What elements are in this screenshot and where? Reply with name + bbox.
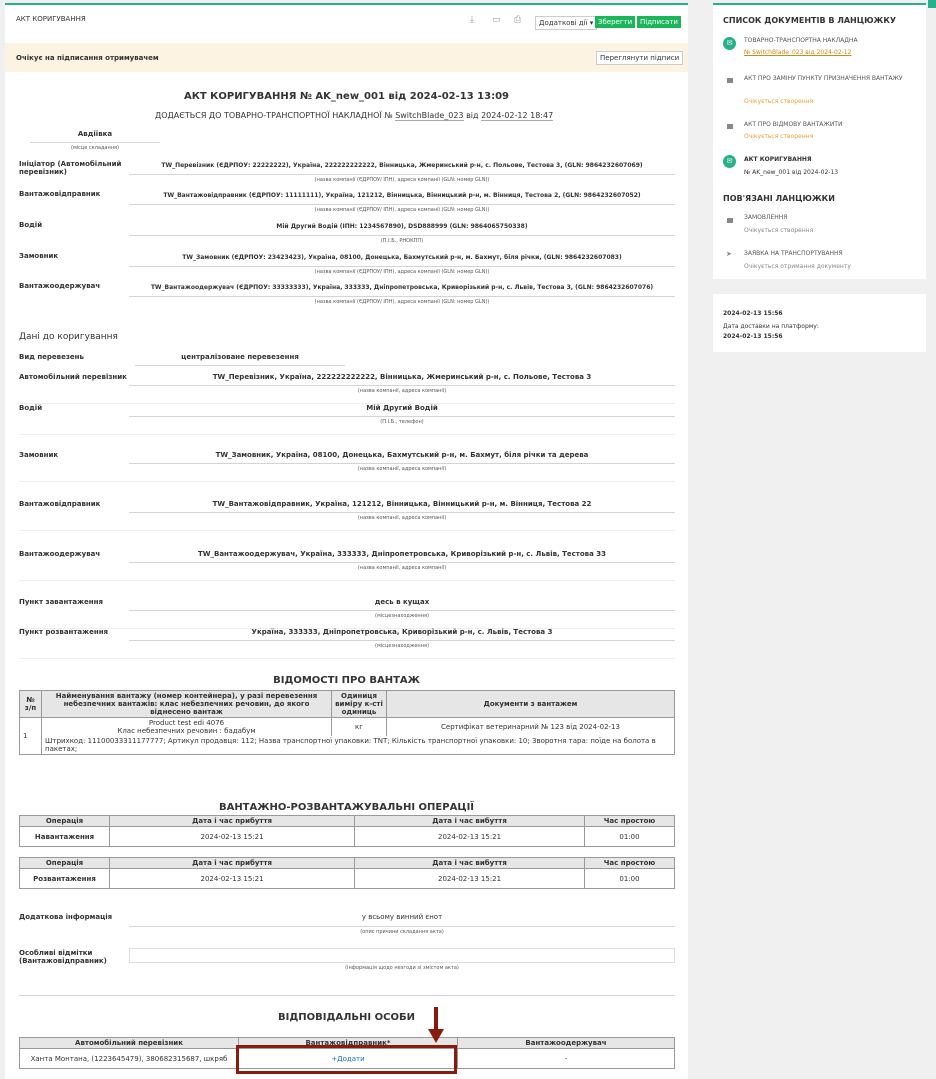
correction-label: Автомобільний перевізник bbox=[19, 373, 127, 381]
warning-status: Очікується створення bbox=[744, 133, 814, 140]
sign-button[interactable]: Підписати bbox=[637, 16, 681, 28]
archive-icon[interactable]: ▭ bbox=[492, 15, 501, 25]
delivery-panel: 2024-02-13 15:56 Дата доставки на платфо… bbox=[713, 294, 926, 352]
loading-ops-table: Операція Дата і час прибуття Дата і час ви… bbox=[19, 815, 675, 847]
party-label: Замовник bbox=[19, 252, 59, 260]
party-label: Водій bbox=[19, 221, 43, 229]
close-corner[interactable] bbox=[928, 0, 936, 8]
party-value: Мій Другий Водій (ІПН: 1234567890), DSD8… bbox=[276, 223, 528, 230]
place-value: Авдіївка bbox=[77, 130, 113, 138]
correction-value: TW_Замовник, Україна, 08100, Донецька, Б… bbox=[215, 451, 589, 459]
doc-title: АКТ КОРИГУВАННЯ № AK_new_001 від 2024-02… bbox=[183, 91, 510, 102]
party-value: TW_Замовник (ЄДРПОУ: 23423423), Україна,… bbox=[182, 254, 622, 261]
view-signatures-button[interactable]: Переглянути підписи bbox=[596, 51, 684, 65]
status-bar: Очікує на підписання отримувачем Перегля… bbox=[5, 43, 688, 72]
party-label: Вантажоодержувач bbox=[19, 282, 101, 290]
table-row: Навантаження 2024-02-13 15:21 2024-02-13 1… bbox=[19, 826, 675, 847]
notes-field[interactable] bbox=[129, 948, 675, 963]
print-icon[interactable]: ⎙ bbox=[514, 15, 521, 25]
correction-value: Мій Другий Водій bbox=[366, 404, 438, 412]
extra-info-value: у всьому винний єнот bbox=[361, 913, 443, 921]
chain-sidebar: СПИСОК ДОКУМЕНТІВ В ЛАНЦЮЖКУ ✉ ТОВАРНО-Т… bbox=[713, 3, 926, 279]
cargo-heading: ВІДОМОСТІ ПРО ВАНТАЖ bbox=[273, 675, 420, 686]
envelope-icon: ✉ bbox=[723, 37, 736, 50]
status-text: Очікує на підписання отримувачем bbox=[16, 54, 159, 62]
correction-value: TW_Вантажовідправник, Україна, 121212, В… bbox=[212, 500, 592, 508]
party-label: Вантажовідправник bbox=[19, 190, 101, 198]
responsible-heading: ВІДПОВІДАЛЬНІ ОСОБИ bbox=[278, 1012, 415, 1023]
envelope-icon: ✉ bbox=[723, 155, 736, 168]
warning-status: Очікується створення bbox=[744, 98, 814, 105]
envelope-icon bbox=[727, 124, 733, 129]
correction-label: Вантажовідправник bbox=[19, 500, 101, 508]
arrow-shaft bbox=[434, 1007, 438, 1031]
correction-value: TW_Перевізник, Україна, 222222222222, Ві… bbox=[212, 373, 592, 381]
correction-label: Пункт розвантаження bbox=[19, 628, 109, 636]
ops-heading: ВАНТАЖНО-РОЗВАНТАЖУВАЛЬНІ ОПЕРАЦІЇ bbox=[218, 802, 475, 813]
party-value: TW_Вантажовідправник (ЄДРПОУ: 11111111),… bbox=[163, 192, 641, 199]
party-label: Ініціатор (Автомобільний перевізник) bbox=[19, 160, 122, 176]
download-icon[interactable]: ⤓ bbox=[470, 15, 474, 25]
table-row: 1 Product test edi 4076 Клас небезпечних … bbox=[19, 717, 675, 755]
correction-value: TW_Вантажоодержувач, Україна, 333333, Дн… bbox=[197, 550, 606, 558]
unloading-ops-table: Операція Дата і час прибуття Дата і час ви… bbox=[19, 857, 675, 889]
highlight-box bbox=[236, 1045, 457, 1074]
document-panel: АКТ КОРИГУВАННЯ ⤓ ▭ ⎙ Додаткові дії ▾ Зб… bbox=[5, 3, 688, 1079]
page-title: АКТ КОРИГУВАННЯ bbox=[16, 15, 86, 23]
save-button[interactable]: Зберегти bbox=[595, 16, 636, 28]
send-icon: ➤ bbox=[726, 250, 732, 258]
envelope-icon bbox=[727, 218, 733, 223]
envelope-icon bbox=[727, 78, 733, 83]
cargo-table: № з/п Найменування вантажу (номер контей… bbox=[19, 690, 675, 755]
more-actions-button[interactable]: Додаткові дії ▾ bbox=[535, 16, 598, 30]
chain-title: СПИСОК ДОКУМЕНТІВ В ЛАНЦЮЖКУ bbox=[723, 16, 897, 25]
correction-label: Вантажоодержувач bbox=[19, 550, 101, 558]
party-value: TW_Перевізник (ЄДРПОУ: 22222222), Україн… bbox=[161, 162, 643, 169]
transport-type-value: централізоване перевезення bbox=[181, 353, 299, 361]
doc-subtitle: ДОДАЄТЬСЯ ДО ТОВАРНО-ТРАНСПОРТНОЇ НАКЛАД… bbox=[155, 111, 554, 121]
table-row: Розвантаження 2024-02-13 15:21 2024-02-13 … bbox=[19, 868, 675, 889]
related-title: ПОВ'ЯЗАНІ ЛАНЦЮЖКИ bbox=[723, 194, 835, 203]
ttn-date: 2024-02-12 18:47 bbox=[481, 111, 554, 121]
correction-label: Замовник bbox=[19, 451, 59, 459]
correction-label: Пункт завантаження bbox=[19, 598, 103, 606]
arrow-down-icon bbox=[428, 1029, 444, 1043]
ttn-number: SwitchBlade_023 bbox=[395, 111, 464, 121]
correction-label: Водій bbox=[19, 404, 43, 412]
correction-value: десь в кущах bbox=[374, 598, 430, 606]
correction-value: Україна, 333333, Дніпропетровська, Криво… bbox=[251, 628, 553, 636]
current-doc-link[interactable]: № AK_new_001 від 2024-02-13 bbox=[744, 169, 838, 176]
correction-heading: Дані до коригування bbox=[19, 332, 118, 342]
party-value: TW_Вантажоодержувач (ЄДРПОУ: 33333333), … bbox=[150, 284, 654, 291]
ttn-link[interactable]: № SwitchBlade_023 від 2024-02-12 bbox=[744, 49, 851, 56]
